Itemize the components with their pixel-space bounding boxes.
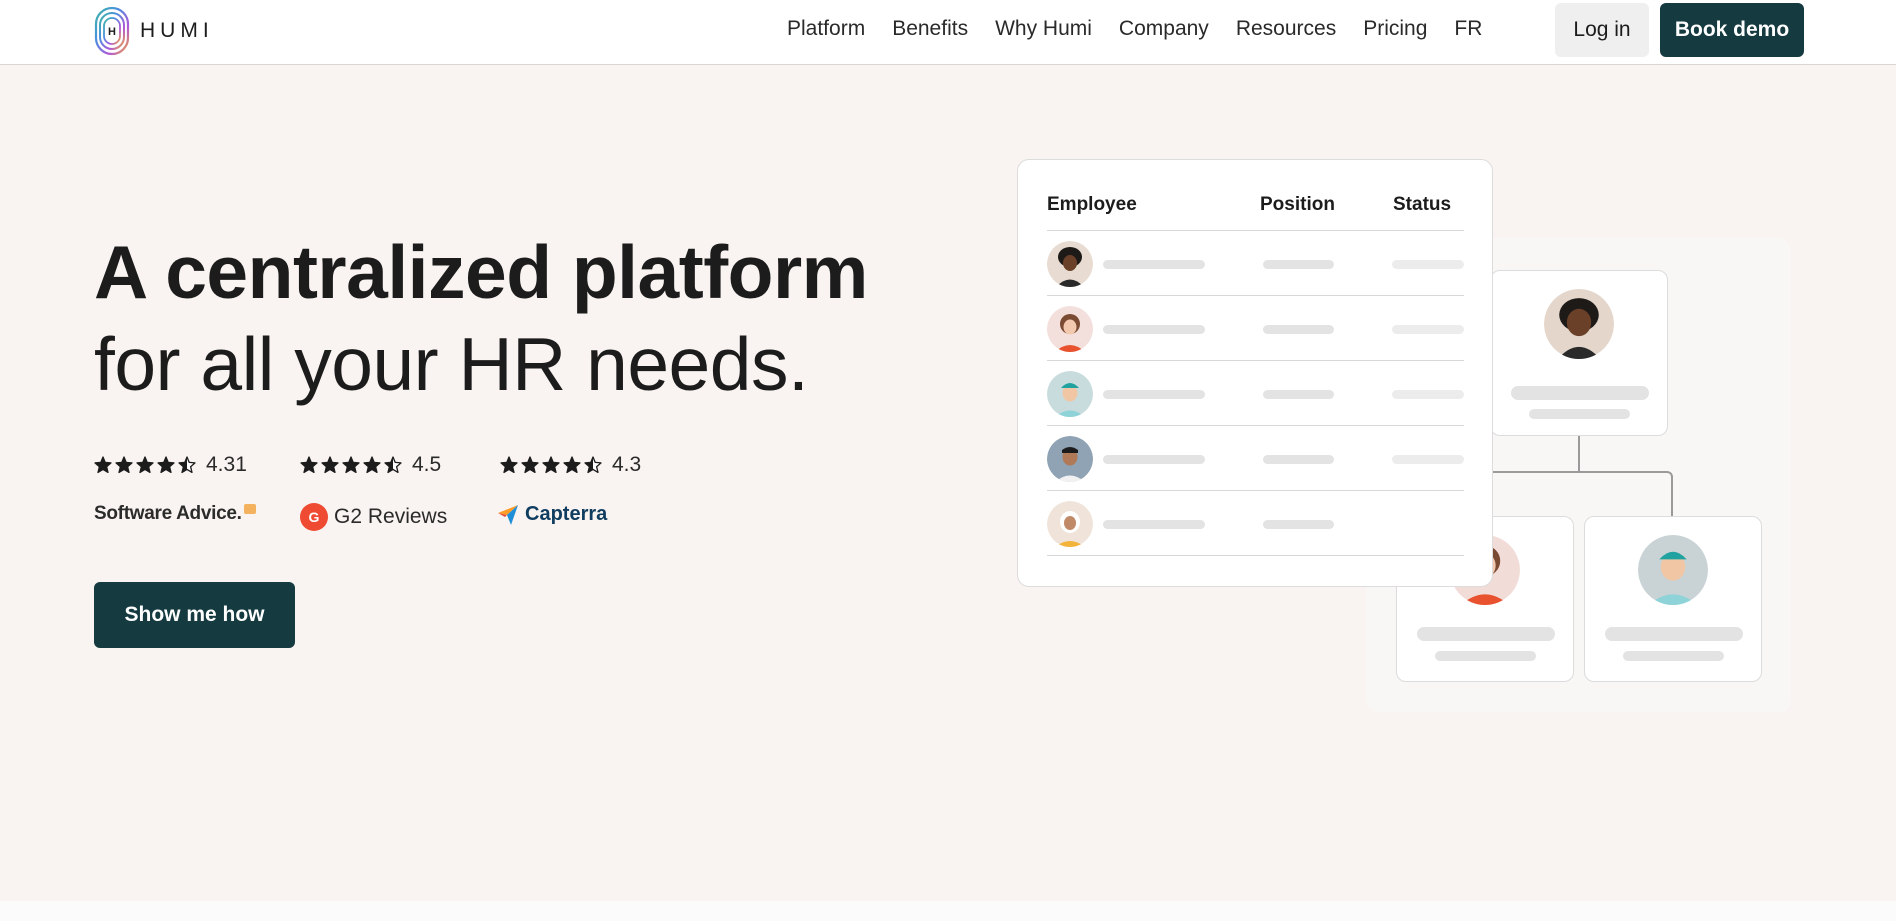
nav-why-humi[interactable]: Why Humi — [995, 17, 1092, 41]
placeholder-bar — [1263, 260, 1334, 269]
placeholder-bar — [1263, 520, 1334, 529]
star-full-icon — [500, 456, 518, 474]
placeholder-bar — [1103, 390, 1205, 399]
star-full-icon — [542, 456, 560, 474]
avatar — [1638, 535, 1708, 605]
main-nav: Platform Benefits Why Humi Company Resou… — [787, 17, 1482, 41]
connector-line — [1483, 471, 1673, 517]
avatar — [1544, 289, 1614, 359]
placeholder-bar — [1103, 455, 1205, 464]
avatar — [1047, 501, 1093, 547]
g2-reviews-logo[interactable]: G G2 Reviews — [300, 503, 447, 531]
placeholder-bar — [1529, 409, 1630, 419]
employee-table-card: Employee Position Status — [1017, 159, 1493, 587]
star-full-icon — [115, 456, 133, 474]
rating-software-advice: 4.31 — [94, 453, 247, 477]
star-full-icon — [157, 456, 175, 474]
table-row — [1047, 296, 1464, 361]
nav-platform[interactable]: Platform — [787, 17, 865, 41]
table-row — [1047, 231, 1464, 296]
placeholder-bar — [1103, 325, 1205, 334]
hero-headline: A centralized platform for all your HR n… — [94, 226, 868, 410]
avatar — [1047, 371, 1093, 417]
rating-g2: 4.5 — [300, 453, 441, 477]
star-rating — [500, 456, 602, 474]
humi-logo[interactable]: H HUMI — [94, 6, 214, 56]
star-full-icon — [521, 456, 539, 474]
placeholder-bar — [1511, 386, 1649, 400]
capterra-logo[interactable]: Capterra — [497, 503, 607, 526]
site-header: H HUMI Platform Benefits Why Humi Compan… — [0, 0, 1896, 65]
star-half-icon — [384, 456, 402, 474]
rating-score: 4.3 — [612, 453, 642, 476]
table-divider — [1047, 555, 1464, 556]
column-header-position: Position — [1260, 194, 1335, 215]
software-advice-logo[interactable]: Software Advice. — [94, 503, 256, 525]
placeholder-bar — [1435, 651, 1536, 661]
g2-badge-icon: G — [300, 503, 328, 531]
avatar — [1047, 306, 1093, 352]
placeholder-bar — [1263, 455, 1334, 464]
avatar — [1047, 241, 1093, 287]
placeholder-bar — [1263, 390, 1334, 399]
star-full-icon — [363, 456, 381, 474]
star-full-icon — [563, 456, 581, 474]
org-card-report-2 — [1584, 516, 1762, 682]
placeholder-bar — [1263, 325, 1334, 334]
placeholder-bar — [1392, 325, 1464, 334]
headline-line-2: for all your HR needs. — [94, 322, 809, 406]
placeholder-bar — [1392, 260, 1464, 269]
star-full-icon — [94, 456, 112, 474]
placeholder-bar — [1392, 390, 1464, 399]
placeholder-bar — [1103, 520, 1205, 529]
nav-resources[interactable]: Resources — [1236, 17, 1336, 41]
column-header-status: Status — [1393, 194, 1452, 215]
nav-pricing[interactable]: Pricing — [1363, 17, 1427, 41]
svg-text:H: H — [108, 26, 116, 38]
nav-company[interactable]: Company — [1119, 17, 1209, 41]
placeholder-bar — [1417, 627, 1555, 641]
star-full-icon — [321, 456, 339, 474]
connector-line — [1578, 436, 1580, 472]
nav-language-fr[interactable]: FR — [1454, 17, 1482, 41]
humi-logo-icon: H — [94, 6, 130, 56]
capterra-arrow-icon — [498, 504, 518, 525]
column-header-employee: Employee — [1047, 194, 1137, 215]
star-rating — [300, 456, 402, 474]
placeholder-bar — [1392, 455, 1464, 464]
rating-capterra: 4.3 — [500, 453, 641, 477]
star-full-icon — [136, 456, 154, 474]
headline-line-1: A centralized platform — [94, 230, 868, 314]
placeholder-bar — [1623, 651, 1724, 661]
avatar — [1047, 436, 1093, 482]
login-button[interactable]: Log in — [1555, 3, 1649, 57]
star-half-icon — [178, 456, 196, 474]
speech-bubble-icon — [243, 504, 256, 514]
show-me-how-button[interactable]: Show me how — [94, 582, 295, 648]
star-rating — [94, 456, 196, 474]
star-full-icon — [300, 456, 318, 474]
nav-benefits[interactable]: Benefits — [892, 17, 968, 41]
book-demo-button[interactable]: Book demo — [1660, 3, 1804, 57]
placeholder-bar — [1103, 260, 1205, 269]
table-row — [1047, 361, 1464, 426]
star-half-icon — [584, 456, 602, 474]
rating-score: 4.5 — [412, 453, 442, 476]
rating-score: 4.31 — [206, 453, 247, 476]
table-row — [1047, 491, 1464, 556]
org-card-manager — [1490, 270, 1668, 436]
placeholder-bar — [1605, 627, 1743, 641]
logo-text: HUMI — [140, 19, 214, 42]
star-full-icon — [342, 456, 360, 474]
section-divider-band — [0, 901, 1896, 921]
table-row — [1047, 426, 1464, 491]
